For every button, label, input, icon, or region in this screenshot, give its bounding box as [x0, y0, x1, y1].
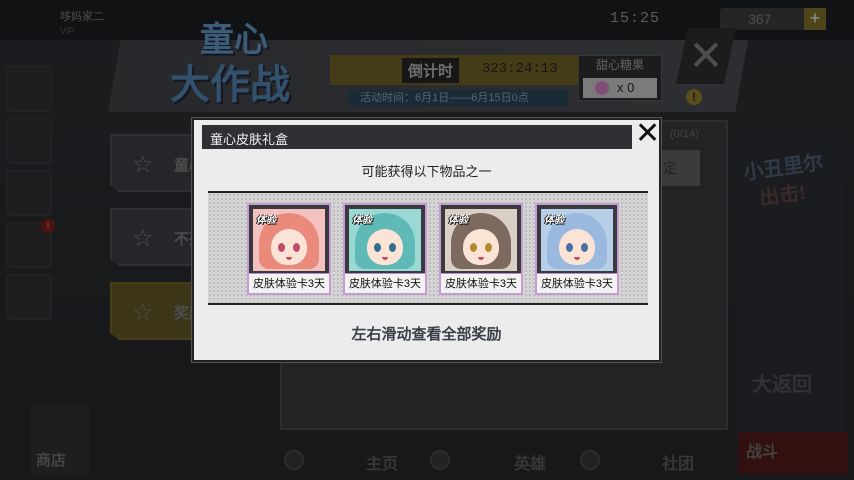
trial-tag: 体验: [352, 215, 372, 226]
swipe-hint: 左右滑动查看全部奖励: [351, 326, 502, 343]
reward-label: 皮肤体验卡3天: [348, 278, 422, 290]
dialog-header: 童心皮肤礼盒: [202, 125, 632, 149]
trial-tag: 体验: [544, 215, 564, 226]
reward-label-box: 皮肤体验卡3天: [249, 273, 329, 293]
trial-tag: 体验: [448, 215, 468, 226]
reward-label-box: 皮肤体验卡3天: [345, 273, 425, 293]
reward-item-2[interactable]: 体验 皮肤体验卡3天: [343, 203, 427, 295]
skin-portrait-4: 体验: [541, 209, 613, 271]
reward-item-4[interactable]: 体验 皮肤体验卡3天: [535, 203, 619, 295]
trial-tag: 体验: [256, 215, 276, 226]
portrait-eye-right: [293, 243, 300, 252]
reward-label-box: 皮肤体验卡3天: [537, 273, 617, 293]
portrait-eye-left: [566, 243, 573, 252]
reward-strip[interactable]: 体验 皮肤体验卡3天 体验 皮肤体验卡3天 体验 皮肤体验卡3天 体验 皮肤体验…: [208, 191, 648, 305]
reward-label-box: 皮肤体验卡3天: [441, 273, 521, 293]
reward-item-1[interactable]: 体验 皮肤体验卡3天: [247, 203, 331, 295]
dialog-title: 童心皮肤礼盒: [210, 132, 289, 147]
portrait-eye-right: [581, 243, 588, 252]
portrait-eye-left: [278, 243, 285, 252]
dialog-subtitle: 可能获得以下物品之一: [361, 164, 492, 179]
skin-gift-box-dialog: 童心皮肤礼盒 ✕ 可能获得以下物品之一 体验 皮肤体验卡3天 体验 皮肤体验卡3…: [192, 118, 661, 362]
skin-portrait-1: 体验: [253, 209, 325, 271]
portrait-eye-left: [470, 243, 477, 252]
close-icon[interactable]: ✕: [635, 119, 660, 149]
portrait-eye-left: [374, 243, 381, 252]
reward-label: 皮肤体验卡3天: [252, 278, 326, 290]
reward-label: 皮肤体验卡3天: [444, 278, 518, 290]
reward-item-3[interactable]: 体验 皮肤体验卡3天: [439, 203, 523, 295]
portrait-eye-right: [485, 243, 492, 252]
skin-portrait-2: 体验: [349, 209, 421, 271]
skin-portrait-3: 体验: [445, 209, 517, 271]
portrait-eye-right: [389, 243, 396, 252]
reward-label: 皮肤体验卡3天: [540, 278, 614, 290]
